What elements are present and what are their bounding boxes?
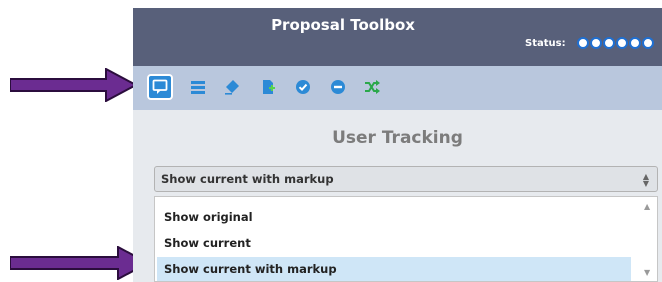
list-icon <box>191 81 205 94</box>
minus-circle-icon <box>331 80 345 94</box>
shuffle-button[interactable] <box>359 74 385 100</box>
eraser-icon <box>225 80 239 95</box>
option-show-original[interactable]: Show original <box>157 205 637 229</box>
toolbox-title: Proposal Toolbox <box>271 16 415 34</box>
scroll-down-icon[interactable]: ▼ <box>644 268 650 277</box>
reject-button[interactable] <box>325 74 351 100</box>
user-tracking-title: User Tracking <box>332 128 463 148</box>
annotation-arrow-toolbar <box>10 68 138 102</box>
user-tracking-button[interactable] <box>147 74 173 100</box>
scroll-up-icon[interactable]: ▲ <box>644 202 650 211</box>
shuffle-icon <box>365 80 380 94</box>
add-document-icon <box>263 80 275 94</box>
toolbox-header: Proposal Toolbox Status: <box>133 8 662 66</box>
add-document-button[interactable] <box>255 74 281 100</box>
approve-button[interactable] <box>290 74 316 100</box>
check-icon <box>296 80 310 94</box>
status-dot <box>577 37 589 49</box>
status-dot <box>590 37 602 49</box>
status-dot <box>629 37 641 49</box>
status-dot <box>616 37 628 49</box>
option-show-current[interactable]: Show current <box>157 231 637 255</box>
option-show-current-with-markup[interactable]: Show current with markup <box>157 257 631 281</box>
comment-icon <box>152 79 168 94</box>
status-label: Status: <box>525 38 566 49</box>
select-value: Show current with markup <box>161 172 334 186</box>
proposal-toolbox-panel: Proposal Toolbox Status: User Tracking S… <box>133 8 662 282</box>
list-button[interactable] <box>185 74 211 100</box>
eraser-button[interactable] <box>219 74 245 100</box>
status-dot <box>642 37 654 49</box>
status-dot <box>603 37 615 49</box>
tracking-mode-select[interactable]: Show current with markup ▲ ▼ <box>154 166 658 192</box>
select-arrows-icon: ▲ ▼ <box>642 172 649 188</box>
toolbox-toolbar <box>133 66 662 110</box>
status-indicator <box>577 37 654 49</box>
dropdown-scrollbar[interactable]: ▲ ▼ <box>641 199 655 279</box>
annotation-arrow-dropdown <box>10 246 150 280</box>
tracking-mode-dropdown: Show original Show current Show current … <box>154 196 658 282</box>
